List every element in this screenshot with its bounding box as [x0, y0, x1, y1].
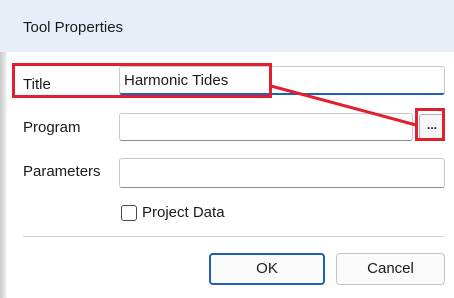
ok-button[interactable]: OK: [209, 253, 325, 285]
project-data-checkbox[interactable]: [121, 205, 137, 221]
cancel-button[interactable]: Cancel: [336, 253, 445, 285]
separator: [23, 236, 445, 237]
project-data-label: Project Data: [142, 204, 225, 221]
